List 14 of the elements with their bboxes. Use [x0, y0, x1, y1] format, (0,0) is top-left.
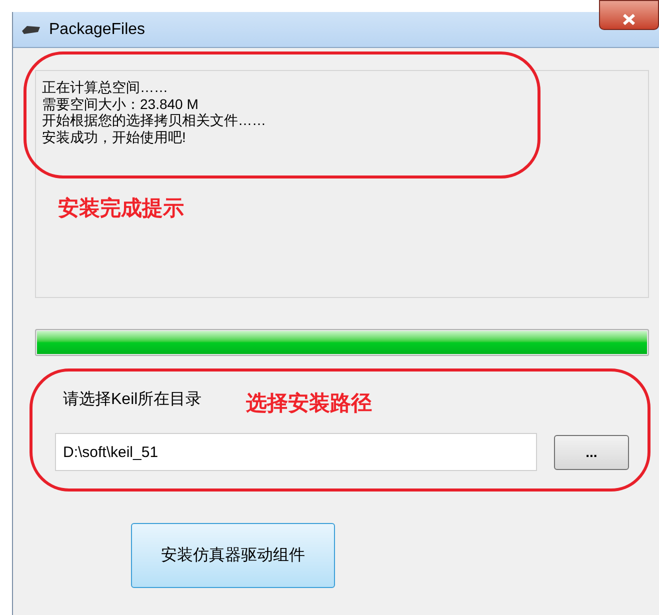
log-line: 安装成功，开始使用吧! — [42, 128, 186, 145]
log-line: 开始根据您的选择拷贝相关文件…… — [42, 112, 266, 128]
log-line: 需要空间大小：23.840 M — [42, 96, 198, 112]
close-button[interactable] — [599, 0, 659, 30]
drive-icon — [21, 24, 41, 34]
window-title: PackageFiles — [49, 20, 146, 40]
path-label: 请选择Keil所在目录 — [63, 390, 202, 410]
close-icon — [623, 14, 635, 24]
install-button[interactable]: 安装仿真器驱动组件 — [131, 523, 335, 588]
annotation-text: 选择安装路径 — [246, 390, 372, 417]
annotation-text: 安装完成提示 — [58, 196, 184, 222]
path-field[interactable]: D:\soft\keil_51 — [55, 433, 537, 471]
browse-button[interactable]: ... — [554, 434, 629, 470]
log-line: 正在计算总空间…… — [42, 79, 168, 96]
